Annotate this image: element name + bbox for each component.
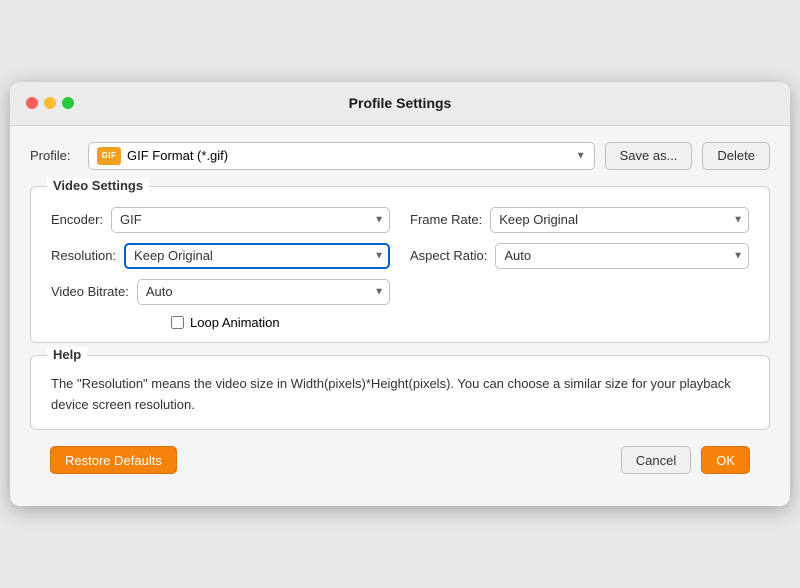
aspect-ratio-label: Aspect Ratio:: [410, 248, 487, 263]
delete-button[interactable]: Delete: [702, 142, 770, 170]
resolution-dropdown[interactable]: Keep Original: [124, 243, 390, 269]
help-section-title: Help: [47, 347, 87, 362]
loop-animation-checkbox[interactable]: [171, 316, 184, 329]
main-content: Profile: GIF GIF Format (*.gif) ▼ Save a…: [10, 126, 790, 507]
gif-badge: GIF: [97, 147, 121, 165]
profile-label: Profile:: [30, 148, 78, 163]
help-section: Help The "Resolution" means the video si…: [30, 355, 770, 431]
frame-rate-row: Frame Rate: Keep Original ▼: [410, 207, 749, 233]
bottom-bar: Restore Defaults Cancel OK: [30, 446, 770, 490]
profile-row: Profile: GIF GIF Format (*.gif) ▼ Save a…: [30, 142, 770, 170]
aspect-ratio-dropdown[interactable]: Auto: [495, 243, 749, 269]
save-as-button[interactable]: Save as...: [605, 142, 693, 170]
traffic-lights: [26, 97, 74, 109]
help-text: The "Resolution" means the video size in…: [31, 356, 769, 416]
video-settings-content: Encoder: GIF ▼ Frame Rate:: [31, 187, 769, 330]
resolution-label: Resolution:: [51, 248, 116, 263]
profile-dropdown-wrapper: GIF GIF Format (*.gif) ▼: [88, 142, 595, 170]
maximize-button[interactable]: [62, 97, 74, 109]
video-bitrate-dropdown[interactable]: Auto: [137, 279, 390, 305]
loop-animation-row: Loop Animation: [51, 315, 749, 330]
cancel-button[interactable]: Cancel: [621, 446, 691, 474]
encoder-row: Encoder: GIF ▼: [51, 207, 390, 233]
profile-dropdown[interactable]: GIF GIF Format (*.gif) ▼: [88, 142, 595, 170]
aspect-ratio-dropdown-wrapper: Auto ▼: [495, 243, 749, 269]
encoder-label: Encoder:: [51, 212, 103, 227]
resolution-row: Resolution: Keep Original ▼: [51, 243, 390, 269]
video-bitrate-label: Video Bitrate:: [51, 284, 129, 299]
resolution-dropdown-wrapper: Keep Original ▼: [124, 243, 390, 269]
video-bitrate-row: Video Bitrate: Auto ▼: [51, 279, 390, 305]
profile-value: GIF Format (*.gif): [127, 148, 228, 163]
frame-rate-dropdown[interactable]: Keep Original: [490, 207, 749, 233]
loop-animation-label[interactable]: Loop Animation: [190, 315, 280, 330]
video-bitrate-dropdown-wrapper: Auto ▼: [137, 279, 390, 305]
window-title: Profile Settings: [349, 95, 452, 111]
profile-settings-window: Profile Settings Profile: GIF GIF Format…: [10, 82, 790, 507]
encoder-dropdown[interactable]: GIF: [111, 207, 390, 233]
ok-button[interactable]: OK: [701, 446, 750, 474]
video-settings-grid: Encoder: GIF ▼ Frame Rate:: [51, 207, 749, 305]
encoder-dropdown-wrapper: GIF ▼: [111, 207, 390, 233]
frame-rate-dropdown-wrapper: Keep Original ▼: [490, 207, 749, 233]
video-settings-title: Video Settings: [47, 178, 149, 193]
minimize-button[interactable]: [44, 97, 56, 109]
video-settings-section: Video Settings Encoder: GIF ▼: [30, 186, 770, 343]
title-bar: Profile Settings: [10, 82, 790, 126]
close-button[interactable]: [26, 97, 38, 109]
aspect-ratio-row: Aspect Ratio: Auto ▼: [410, 243, 749, 269]
restore-defaults-button[interactable]: Restore Defaults: [50, 446, 177, 474]
profile-dropdown-arrow-icon: ▼: [576, 150, 586, 161]
frame-rate-label: Frame Rate:: [410, 212, 482, 227]
bottom-right-buttons: Cancel OK: [621, 446, 750, 474]
